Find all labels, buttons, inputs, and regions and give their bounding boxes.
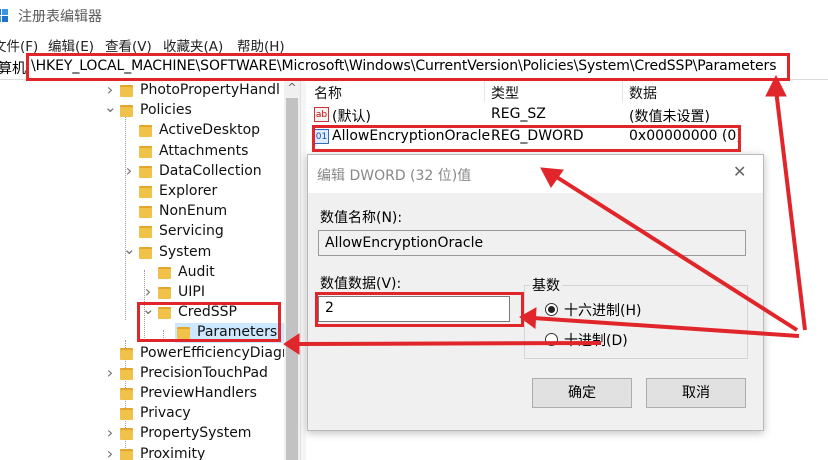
value-data-highlight-box	[315, 292, 524, 327]
value-row-highlight-box	[312, 125, 741, 152]
tree-item-policies[interactable]: ⌄ Policies	[0, 98, 284, 121]
tree-item-datacollection[interactable]: › DataCollection	[0, 161, 284, 182]
tree-item-label: DataCollection	[159, 162, 262, 179]
tree-item-label: Policies	[140, 102, 192, 119]
tree-item-label: Proximity	[140, 445, 206, 460]
tree-item-propertysystem[interactable]: › PropertySystem	[0, 423, 284, 444]
dialog-title: 编辑 DWORD (32 位)值	[317, 168, 472, 184]
radio-selected-dot	[548, 306, 555, 313]
tree-item-privacy[interactable]: Privacy	[0, 404, 284, 424]
value-name-label: 数值名称(N):	[320, 210, 403, 226]
dec-radio-label[interactable]: 十进制(D)	[564, 330, 628, 350]
tree-item-label: System	[159, 243, 212, 260]
column-header-name[interactable]: 名称	[314, 83, 342, 103]
menu-edit[interactable]: 编辑(E)	[48, 35, 94, 55]
folder-icon	[139, 125, 152, 138]
menu-bar: 文件(F) 编辑(E) 查看(V) 收藏夹(A) 帮助(H)	[0, 32, 828, 55]
folder-icon	[139, 246, 152, 259]
tree-item-label: NonEnum	[159, 203, 228, 220]
chevron-down-icon[interactable]: ⌄	[104, 98, 117, 116]
tree-item-label: Audit	[178, 263, 215, 280]
tree-item-label: ActiveDesktop	[159, 122, 261, 139]
address-highlight-box	[26, 53, 790, 81]
tree-item-label: PhotoPropertyHandl	[140, 82, 280, 98]
window-title: 注册表编辑器	[18, 9, 102, 25]
tree-item-label: PowerEfficiencyDiagr	[140, 344, 288, 361]
menu-favorites[interactable]: 收藏夹(A)	[163, 35, 223, 55]
scrollbar-thumb[interactable]	[286, 98, 298, 460]
value-type: REG_SZ	[491, 106, 546, 122]
chevron-right-icon[interactable]: ›	[104, 444, 116, 460]
folder-icon	[120, 367, 133, 380]
hex-radio-label[interactable]: 十六进制(H)	[564, 300, 641, 320]
tree-item-label: UIPI	[178, 284, 205, 300]
tree-item-nonenum[interactable]: NonEnum	[0, 202, 284, 222]
tree-item-photopropertyhandl[interactable]: › PhotoPropertyHandl	[0, 80, 284, 101]
menu-help[interactable]: 帮助(H)	[237, 35, 285, 55]
ok-button[interactable]: 确定	[532, 378, 632, 408]
tree-item-label: Servicing	[159, 223, 224, 240]
column-header-type[interactable]: 类型	[491, 83, 519, 103]
folder-icon	[120, 85, 133, 97]
folder-icon	[120, 408, 133, 421]
menu-file[interactable]: 文件(F)	[0, 35, 38, 55]
cancel-button[interactable]: 取消	[646, 378, 746, 408]
folder-icon	[139, 226, 152, 239]
close-icon[interactable]: ✕	[733, 162, 746, 181]
menu-view[interactable]: 查看(V)	[105, 35, 152, 55]
value-data: (数值未设置)	[629, 109, 710, 125]
tree-item-system[interactable]: ⌄ System	[0, 240, 284, 263]
chevron-right-icon[interactable]: ›	[104, 423, 116, 442]
string-value-icon: ab	[314, 107, 329, 122]
chevron-right-icon[interactable]: ›	[142, 282, 154, 301]
tree-item-activedesktop[interactable]: ActiveDesktop	[0, 121, 284, 141]
value-name-field: AllowEncryptionOracle	[318, 230, 746, 256]
chevron-right-icon[interactable]: ›	[104, 80, 116, 99]
tree-item-label: PrecisionTouchPad	[140, 364, 268, 381]
tree-item-precisiontouchpad[interactable]: › PrecisionTouchPad	[0, 363, 284, 384]
value-name: (默认)	[332, 109, 371, 125]
folder-icon	[120, 428, 133, 441]
chevron-right-icon[interactable]: ›	[104, 363, 116, 382]
chevron-right-icon[interactable]: ›	[123, 161, 135, 180]
tree-item-explorer[interactable]: Explorer	[0, 182, 284, 202]
registry-tree: › PhotoPropertyHandl ⌄ Policies ActiveDeskto…	[0, 80, 300, 460]
folder-icon	[120, 388, 133, 400]
tree-item-label: Privacy	[140, 405, 191, 422]
folder-icon	[158, 287, 171, 299]
chevron-down-icon[interactable]: ⌄	[123, 240, 136, 258]
tree-item-servicing[interactable]: Servicing	[0, 222, 284, 242]
scroll-up-icon[interactable]: ^	[284, 81, 300, 97]
folder-icon	[120, 347, 133, 360]
folder-icon	[139, 165, 152, 178]
value-data-label: 数值数据(V):	[320, 276, 402, 292]
tree-item-previewhandlers[interactable]: PreviewHandlers	[0, 384, 284, 404]
folder-icon	[158, 266, 171, 279]
tree-item-audit[interactable]: Audit	[0, 263, 284, 283]
address-prefix: 算机	[0, 61, 26, 77]
base-group	[524, 285, 748, 359]
folder-icon	[120, 448, 133, 460]
title-bar: 注册表编辑器	[0, 0, 828, 32]
folder-icon	[139, 145, 152, 158]
tree-item-label: PreviewHandlers	[140, 385, 257, 401]
folder-icon	[120, 105, 133, 118]
tree-highlight-box	[137, 302, 281, 342]
tree-item-label: Explorer	[159, 183, 218, 199]
tree-item-attachments[interactable]: Attachments	[0, 142, 284, 162]
tree-item-label: Attachments	[159, 142, 249, 159]
base-label: 基数	[530, 275, 562, 295]
dec-radio[interactable]	[545, 333, 558, 346]
hex-radio[interactable]	[545, 303, 558, 316]
column-header-data[interactable]: 数据	[629, 83, 657, 103]
registry-editor-icon	[0, 9, 8, 22]
tree-item-powerefficiencydiagr[interactable]: PowerEfficiencyDiagr	[0, 344, 288, 364]
value-row-default[interactable]: ab (默认) REG_SZ (数值未设置)	[306, 104, 828, 126]
tree-item-proximity[interactable]: › Proximity	[0, 444, 284, 460]
tree-item-label: PropertySystem	[140, 425, 252, 442]
folder-icon	[139, 206, 152, 219]
folder-icon	[139, 186, 152, 198]
